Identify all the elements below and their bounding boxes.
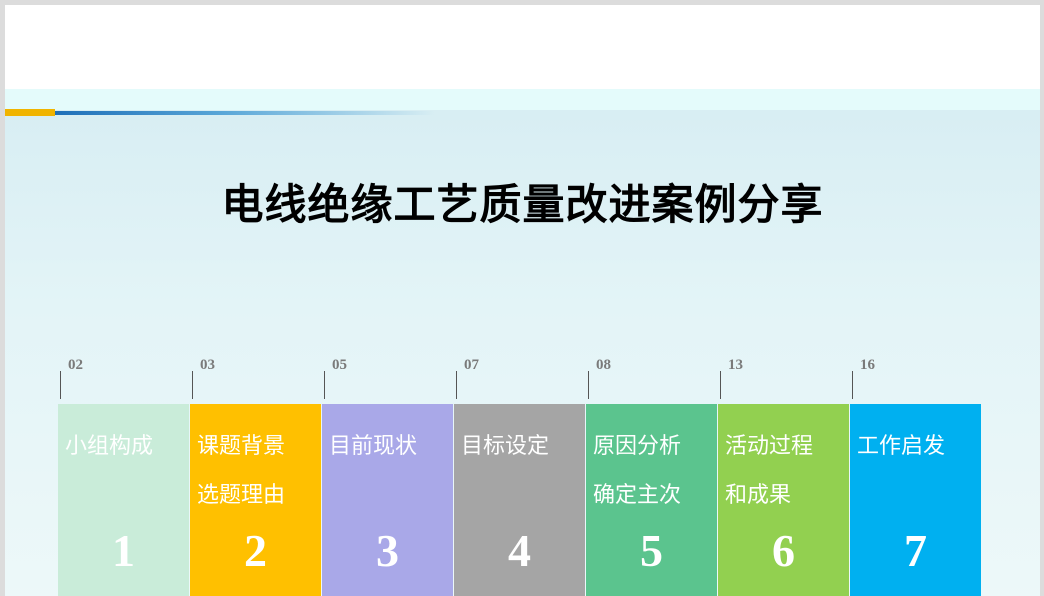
- section-page-number: 16: [860, 357, 875, 373]
- section-number: 4: [508, 525, 531, 576]
- section-card[interactable]: 原因分析 确定主次 5: [586, 404, 717, 596]
- section-number: 6: [772, 525, 795, 576]
- section-label: 目前现状: [329, 434, 418, 459]
- section-page-number: 13: [728, 357, 743, 373]
- accent-bar-blue: [55, 111, 435, 115]
- section-card[interactable]: 课题背景 选题理由 2: [190, 404, 321, 596]
- section-tick: [720, 371, 721, 399]
- accent-bar-yellow: [5, 109, 55, 116]
- section-page-number: 08: [596, 357, 611, 373]
- section-label: 原因分析 确定主次: [593, 434, 682, 508]
- section-number: 2: [244, 525, 267, 576]
- section-number: 7: [904, 525, 927, 576]
- section-tick: [60, 371, 61, 399]
- section-card[interactable]: 活动过程 和成果 6: [718, 404, 849, 596]
- section-label: 工作启发: [857, 434, 946, 459]
- section-tick: [456, 371, 457, 399]
- section-number: 3: [376, 525, 399, 576]
- section-number: 5: [640, 525, 663, 576]
- section-label: 小组构成: [65, 434, 154, 459]
- section-tick: [588, 371, 589, 399]
- section-card[interactable]: 目标设定 4: [454, 404, 585, 596]
- section-tick: [192, 371, 193, 399]
- section-label: 活动过程 和成果: [725, 434, 814, 508]
- section-tick: [852, 371, 853, 399]
- section-page-number: 05: [332, 357, 347, 373]
- slide-title: 电线绝缘工艺质量改进案例分享: [221, 180, 824, 229]
- section-label: 课题背景 选题理由: [197, 434, 286, 508]
- section-card[interactable]: 目前现状 3: [322, 404, 453, 596]
- section-page-number: 02: [68, 357, 83, 373]
- slide: 电线绝缘工艺质量改进案例分享 02 小组构成 1 03 课题背景 选题理由 2 05 目前现状…: [5, 5, 1040, 596]
- section-page-number: 03: [200, 357, 215, 373]
- section-page-number: 07: [464, 357, 479, 373]
- section-number: 1: [112, 525, 135, 576]
- section-tick: [324, 371, 325, 399]
- section-card[interactable]: 小组构成 1: [58, 404, 189, 596]
- section-label: 目标设定: [461, 434, 550, 459]
- section-card[interactable]: 工作启发 7: [850, 404, 981, 596]
